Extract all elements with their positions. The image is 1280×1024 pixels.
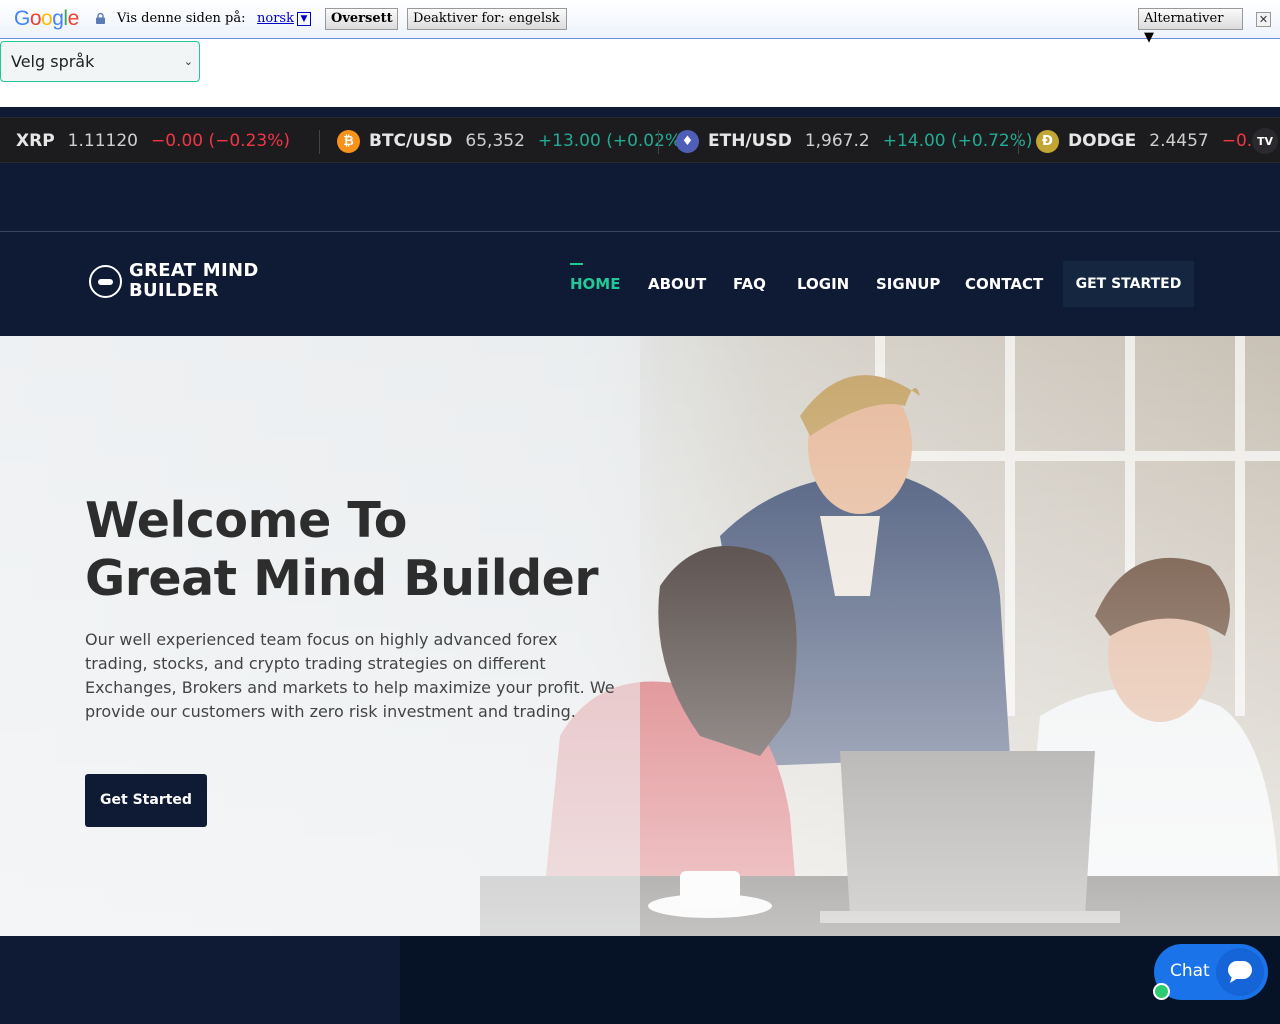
language-select[interactable]: Velg språk ⌄ xyxy=(0,41,200,82)
disable-translate-button[interactable]: Deaktiver for: engelsk xyxy=(407,8,567,30)
translate-prompt: Vis denne siden på: xyxy=(117,11,246,26)
translate-options-button[interactable]: Alternativer ▼ xyxy=(1138,8,1243,45)
ticker-symbol: BTC/USD xyxy=(369,131,453,151)
get-started-hero-button[interactable]: Get Started xyxy=(85,774,207,827)
ticker-symbol: DODGE xyxy=(1068,131,1137,151)
ticker-divider xyxy=(658,130,659,154)
ethereum-icon: ♦ xyxy=(676,129,699,153)
hero-description: Our well experienced team focus on highl… xyxy=(85,630,615,721)
hero-title-line-1: Welcome To xyxy=(85,492,407,549)
ticker-item-eth[interactable]: ♦ ETH/USD 1,967.2 +14.00 (+0.72%) xyxy=(676,118,1033,162)
ticker-symbol: ETH/USD xyxy=(708,131,792,151)
ticker-item-btc[interactable]: ₿ BTC/USD 65,352 +13.00 (+0.02%) xyxy=(337,118,688,162)
logo-mark-icon xyxy=(89,264,122,298)
nav-login[interactable]: LOGIN xyxy=(797,275,849,293)
logo-line-1: GREAT MIND xyxy=(129,260,259,281)
next-section-left-panel xyxy=(0,936,400,1024)
translate-button[interactable]: Oversett xyxy=(325,8,398,30)
ticker-item-doge[interactable]: Ð DODGE 2.4457 −0.01 xyxy=(1036,118,1274,162)
lock-icon xyxy=(96,13,105,24)
hero-section: Welcome To Great Mind Builder Our well e… xyxy=(0,336,1280,936)
tradingview-logo-icon[interactable]: TV xyxy=(1252,128,1278,154)
ticker-divider xyxy=(319,130,320,154)
close-icon[interactable]: ✕ xyxy=(1256,12,1271,27)
ticker-divider xyxy=(1018,130,1019,154)
nav-home[interactable]: HOME xyxy=(570,263,620,293)
hero-title: Welcome To Great Mind Builder xyxy=(85,492,599,608)
logo-line-2: BUILDER xyxy=(129,280,219,301)
google-logo: Google xyxy=(14,7,79,30)
language-dropdown-icon[interactable]: ▼ xyxy=(297,12,311,26)
ticker-change: −0.00 (−0.23%) xyxy=(150,131,290,151)
ticker-change: +14.00 (+0.72%) xyxy=(882,131,1033,151)
bitcoin-icon: ₿ xyxy=(337,129,360,153)
crypto-ticker[interactable]: XRP 1.11120 −0.00 (−0.23%) ₿ BTC/USD 65,… xyxy=(0,117,1280,163)
language-select-value: Velg språk xyxy=(11,52,95,71)
online-status-dot xyxy=(1153,983,1170,1000)
translate-bar: Google Vis denne siden på: norsk ▼ Overs… xyxy=(0,0,1280,45)
site-logo[interactable]: GREAT MIND BUILDER xyxy=(89,261,259,301)
dogecoin-icon: Ð xyxy=(1036,129,1059,153)
site-header: GREAT MIND BUILDER HOME ABOUT FAQ LOGIN … xyxy=(0,231,1280,336)
ticker-price: 2.4457 xyxy=(1149,131,1209,151)
get-started-nav-button[interactable]: GET STARTED xyxy=(1063,261,1194,307)
chat-widget-button[interactable]: Chat xyxy=(1154,944,1268,1000)
translate-language-link[interactable]: norsk xyxy=(257,11,294,26)
nav-signup[interactable]: SIGNUP xyxy=(876,275,940,293)
nav-contact[interactable]: CONTACT xyxy=(965,275,1043,293)
chat-label: Chat xyxy=(1170,961,1210,981)
hero-title-line-2: Great Mind Builder xyxy=(85,550,599,607)
ticker-change: +13.00 (+0.02%) xyxy=(537,131,688,151)
ticker-price: 1,967.2 xyxy=(804,131,870,151)
nav-about[interactable]: ABOUT xyxy=(648,275,706,293)
chevron-down-icon: ⌄ xyxy=(183,55,193,68)
ticker-price: 65,352 xyxy=(465,131,525,151)
logo-text: GREAT MIND BUILDER xyxy=(129,261,259,301)
nav-faq[interactable]: FAQ xyxy=(733,275,766,293)
ticker-item-xrp[interactable]: XRP 1.11120 −0.00 (−0.23%) xyxy=(16,118,290,162)
ticker-price: 1.11120 xyxy=(67,131,138,151)
chat-bubble-icon xyxy=(1216,948,1264,996)
ticker-symbol: XRP xyxy=(16,131,55,151)
